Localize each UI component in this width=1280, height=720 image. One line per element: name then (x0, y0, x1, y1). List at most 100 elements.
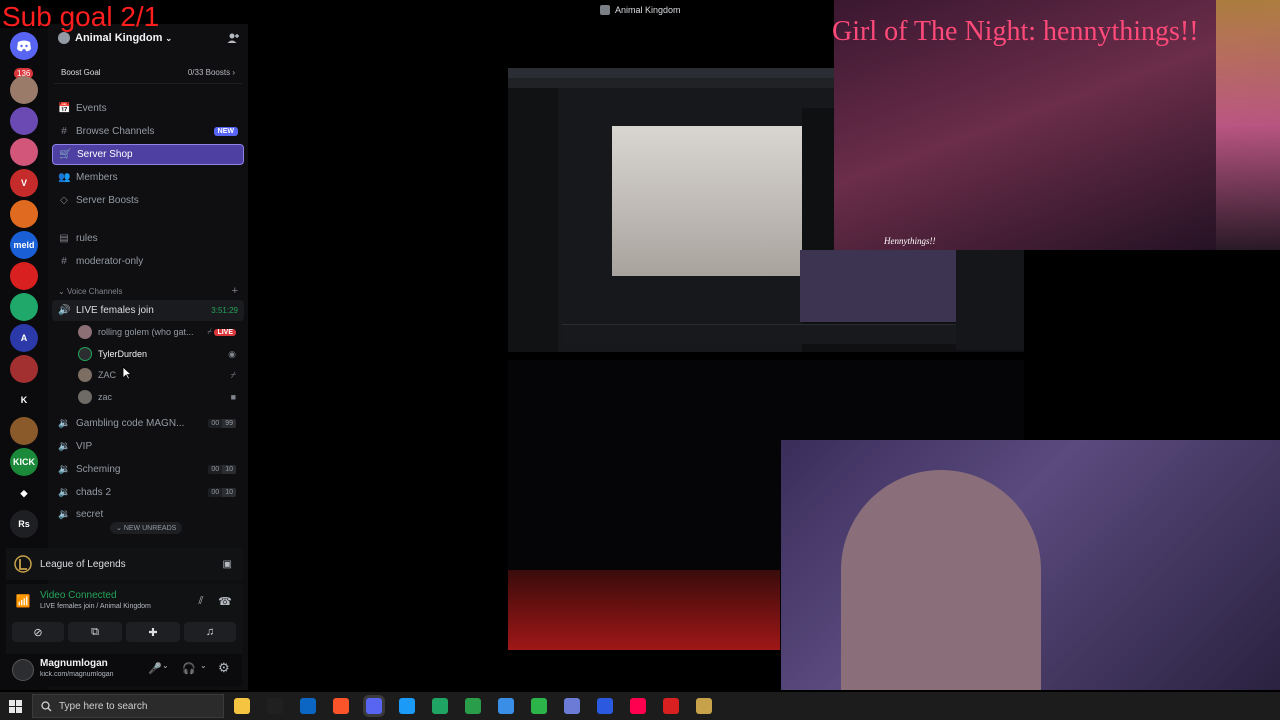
voice-connection-panel: 📶 Video Connected LIVE females join / An… (6, 584, 242, 654)
taskbar-app-icon[interactable] (531, 698, 547, 714)
avatar (78, 368, 92, 382)
activities-button[interactable]: ✚ (126, 622, 180, 642)
browser-tabs (508, 68, 838, 78)
server-shield-icon (58, 32, 70, 44)
taskbar-app-icon[interactable] (564, 698, 580, 714)
rules-icon: ▤ (59, 233, 69, 244)
purple-server-icon[interactable] (10, 107, 38, 135)
nav-server-shop[interactable]: 🛒 Server Shop (52, 144, 244, 165)
member-name: rolling golem (who gat... (98, 327, 194, 337)
activities-icon: ✚ (148, 626, 158, 639)
green-server-icon[interactable] (10, 293, 38, 321)
user-max: 10 (222, 465, 236, 474)
add-member-icon[interactable] (226, 31, 240, 45)
voice-connected-status: Video Connected (40, 590, 117, 601)
taskbar-app-icon[interactable] (465, 698, 481, 714)
voice-channel-gambling[interactable]: 🔉 Gambling code MAGN... 00 99 (52, 413, 244, 434)
noise-suppression-icon[interactable]: ⫽ (192, 592, 210, 610)
voice-channel-scheming[interactable]: 🔉 Scheming 00 10 (52, 459, 244, 480)
taskbar-app-icon[interactable] (234, 698, 250, 714)
camera-off-icon: ⊘ (33, 626, 43, 639)
new-unreads-pill[interactable]: ⌄ NEW UNREADS (110, 522, 183, 534)
kick-sidebar (508, 88, 558, 352)
taskbar-app-icon[interactable] (432, 698, 448, 714)
logo-server-icon[interactable] (10, 200, 38, 228)
avatar2-server-icon[interactable] (10, 355, 38, 383)
meld-server-icon[interactable]: meld (10, 231, 38, 259)
windows-start-icon[interactable] (9, 700, 22, 713)
a-server-icon[interactable]: A (10, 324, 38, 352)
boost-icon: ◇ (60, 195, 68, 206)
taskbar-app-icon[interactable] (300, 698, 316, 714)
headset-icon[interactable]: 🎧 (182, 662, 196, 675)
window-title: Animal Kingdom (600, 5, 681, 15)
signal-icon[interactable]: 📶 (14, 592, 32, 610)
warrior-server-icon[interactable] (10, 417, 38, 445)
voice-channel-label: VIP (76, 441, 93, 452)
v-server-icon[interactable]: V (10, 169, 38, 197)
nav-members[interactable]: 👥 Members (52, 167, 244, 188)
nav-browse-channels[interactable]: # Browse Channels NEW (52, 121, 244, 142)
nav-label: Server Shop (77, 149, 133, 160)
server-glyph: K (20, 395, 28, 405)
kick-green-server-icon[interactable]: K (10, 386, 38, 414)
kick-keep-server-icon[interactable]: KICK (10, 448, 38, 476)
channel-rules[interactable]: ▤ rules (52, 228, 244, 249)
new-badge: NEW (213, 127, 238, 136)
taskbar-app-icon[interactable] (498, 698, 514, 714)
chevron-down-icon[interactable]: ⌄ (200, 661, 207, 670)
member-name: ZAC (98, 370, 116, 380)
screen-share-icon: ⌿ (207, 327, 212, 336)
taskbar-app-icon[interactable] (663, 698, 679, 714)
diamond-server-icon[interactable]: ◆ (10, 479, 38, 507)
channel-label: moderator-only (76, 256, 144, 267)
nav-events[interactable]: 📅 Events (52, 98, 244, 119)
discord-home-icon[interactable] (10, 32, 38, 60)
soundboard-button[interactable]: ♫ (184, 622, 236, 642)
speaker-icon: 🔉 (58, 441, 71, 452)
boost-goal[interactable]: Boost Goal 0/33 Boosts › (54, 62, 242, 84)
taskbar-app-icon[interactable] (696, 698, 712, 714)
taskbar-app-icon[interactable] (267, 698, 283, 714)
rs-server-icon[interactable]: Rs (10, 510, 38, 538)
avatar-server-icon[interactable] (10, 76, 38, 104)
disconnect-icon[interactable]: ☎ (216, 592, 234, 610)
channel-moderator-only[interactable]: # moderator-only (52, 251, 244, 272)
voice-channel-chads-2[interactable]: 🔉 chads 2 00 10 (52, 482, 244, 503)
mouse-cursor-icon (122, 366, 132, 380)
window-title-text: Animal Kingdom (615, 5, 681, 15)
avatar (78, 347, 92, 361)
avatar[interactable] (12, 659, 34, 681)
voice-location[interactable]: LIVE females join / Animal Kingdom (40, 603, 151, 610)
server-glyph: KICK (13, 457, 35, 467)
taskbar-app-icon[interactable] (597, 698, 613, 714)
voice-category[interactable]: ⌄ Voice Channels (58, 287, 123, 296)
voice-channel-live-females[interactable]: 🔊 LIVE females join 3:51:29 (52, 300, 244, 321)
voice-member[interactable]: TylerDurden ◉ (78, 344, 240, 364)
nav-server-boosts[interactable]: ◇ Server Boosts (52, 190, 244, 211)
voice-member[interactable]: rolling golem (who gat... ⌿ LIVE (78, 322, 240, 342)
taskbar-search-box[interactable]: Type here to search (32, 694, 224, 718)
voice-member[interactable]: zac ■ (78, 387, 240, 407)
voice-channel-vip[interactable]: 🔉 VIP (52, 436, 244, 457)
taskbar-app-icon[interactable] (630, 698, 646, 714)
kick-toolbar (562, 324, 1022, 344)
add-channel-icon[interactable]: + (232, 285, 238, 297)
chevron-down-icon[interactable]: ⌄ (162, 661, 169, 670)
speaker-icon: 🔉 (58, 487, 71, 498)
taskbar-app-icon[interactable] (333, 698, 349, 714)
settings-gear-icon[interactable]: ⚙ (218, 660, 230, 676)
red-app-server-icon[interactable] (10, 262, 38, 290)
voice-member[interactable]: ZAC ⌿ (78, 365, 240, 385)
camera-off-button[interactable]: ⊘ (12, 622, 64, 642)
taskbar-app-icon[interactable] (366, 698, 382, 714)
mic-icon[interactable]: 🎤 (148, 662, 162, 675)
shop-icon: 🛒 (59, 149, 72, 160)
hash-icon: # (61, 126, 67, 137)
activity-overlay-icon[interactable]: ▣ (223, 559, 232, 570)
user-count: 00 (208, 419, 223, 428)
activity-panel[interactable]: League of Legends ▣ (6, 548, 242, 580)
fox-server-icon[interactable] (10, 138, 38, 166)
screen-share-button[interactable]: ⧉ (68, 622, 122, 642)
taskbar-app-icon[interactable] (399, 698, 415, 714)
